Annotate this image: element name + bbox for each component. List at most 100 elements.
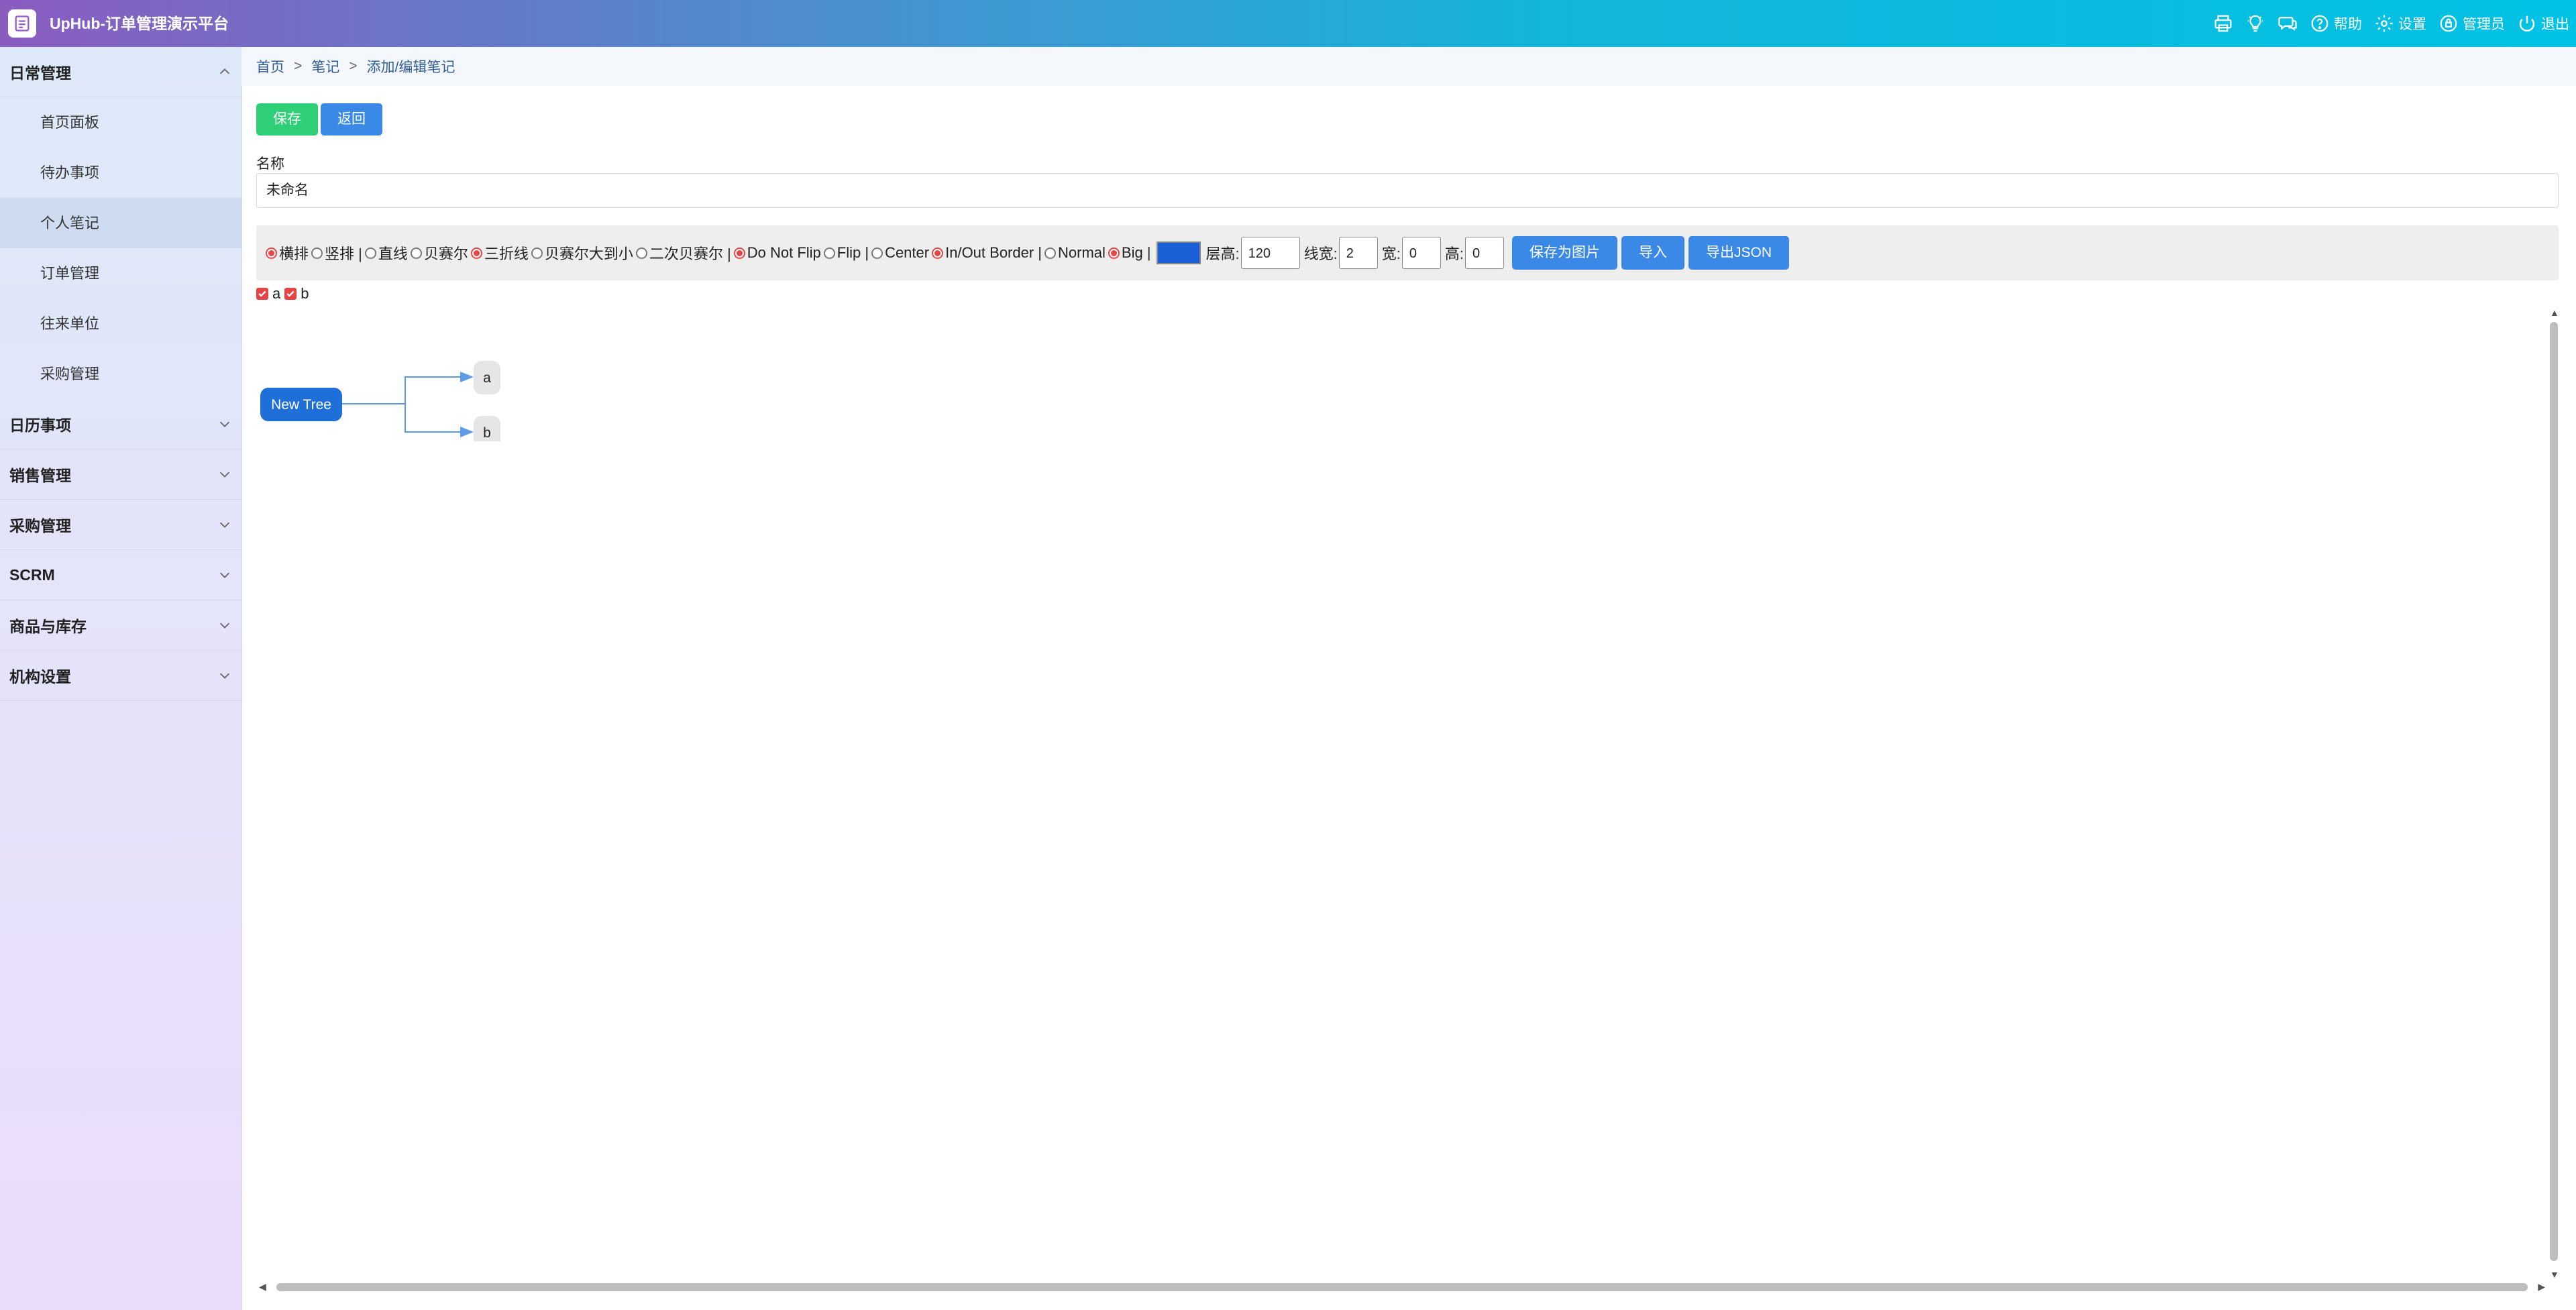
checkbox-a[interactable] xyxy=(256,288,268,300)
level-height-input[interactable]: 120 xyxy=(1240,237,1300,269)
sidebar-item-contacts[interactable]: 往来单位 xyxy=(0,298,241,349)
line-polyline-radio[interactable]: 三折线 xyxy=(470,242,529,264)
radio-indicator xyxy=(1044,247,1057,259)
breadcrumb-notes[interactable]: 笔记 xyxy=(311,56,339,76)
sidebar-item-purchase[interactable]: 采购管理 xyxy=(0,349,241,399)
breadcrumb-separator: > xyxy=(349,58,358,74)
scroll-right-icon[interactable]: ▶ xyxy=(2538,1281,2545,1293)
sidebar-item-notes[interactable]: 个人笔记 xyxy=(0,198,241,248)
logout-button[interactable]: 退出 xyxy=(2517,13,2569,34)
option-label: In/Out Border | xyxy=(945,244,1042,261)
layout-vertical-radio[interactable]: 竖排 | xyxy=(311,242,362,264)
admin-button[interactable]: 管理员 xyxy=(2438,13,2505,34)
width-input[interactable]: 0 xyxy=(1401,237,1441,269)
checkbox-b[interactable] xyxy=(284,288,297,300)
option-label: 二次贝赛尔 | xyxy=(649,245,731,262)
sidebar-group-daily[interactable]: 日常管理 xyxy=(0,47,241,97)
sidebar-group-org[interactable]: 机构设置 xyxy=(0,651,241,701)
vertical-scrollbar[interactable]: ▲ ▼ xyxy=(2546,307,2561,1280)
sidebar-group-label: 日常管理 xyxy=(9,64,71,82)
export-json-button[interactable]: 导出JSON xyxy=(1688,236,1790,270)
color-picker[interactable] xyxy=(1156,241,1201,264)
line-quadratic-radio[interactable]: 二次贝赛尔 | xyxy=(635,242,731,264)
lock-icon xyxy=(2440,15,2457,32)
option-label: 贝赛尔 xyxy=(423,245,468,262)
help-button[interactable]: 帮助 xyxy=(2310,13,2362,34)
line-bezier-radio[interactable]: 贝赛尔 xyxy=(410,242,468,264)
radio-indicator xyxy=(823,247,835,259)
save-image-button[interactable]: 保存为图片 xyxy=(1512,236,1618,270)
sidebar-group-sales[interactable]: 销售管理 xyxy=(0,449,241,500)
line-bezier-taper-radio[interactable]: 贝赛尔大到小 xyxy=(531,242,633,264)
line-straight-radio[interactable]: 直线 xyxy=(364,242,408,264)
message-button[interactable] xyxy=(2277,13,2298,34)
radio-indicator xyxy=(364,247,376,259)
option-label: 横排 xyxy=(279,245,309,262)
scrollbar-thumb[interactable] xyxy=(2550,322,2558,1261)
radio-indicator xyxy=(311,247,323,259)
horizontal-scrollbar[interactable]: ◀ ▶ xyxy=(256,1280,2548,1295)
no-flip-radio[interactable]: Do Not Flip xyxy=(733,244,821,262)
sidebar-group-calendar[interactable]: 日历事项 xyxy=(0,399,241,449)
scroll-left-icon[interactable]: ◀ xyxy=(259,1281,266,1293)
sidebar-group-inventory[interactable]: 商品与库存 xyxy=(0,600,241,651)
height-input[interactable]: 0 xyxy=(1465,237,1505,269)
app-logo-icon xyxy=(8,9,36,38)
print-button[interactable] xyxy=(2213,13,2233,34)
line-width-label: 线宽: xyxy=(1303,245,1338,262)
radio-indicator xyxy=(733,247,745,259)
size-big-radio[interactable]: Big | xyxy=(1108,244,1151,262)
tree-edge xyxy=(342,372,474,404)
size-normal-radio[interactable]: Normal xyxy=(1044,244,1106,262)
option-label: Normal xyxy=(1058,244,1106,261)
check-icon xyxy=(286,290,294,297)
settings-button[interactable]: 设置 xyxy=(2374,13,2426,34)
flip-radio[interactable]: Flip | xyxy=(823,244,869,262)
radio-indicator xyxy=(410,247,422,259)
width-label: 宽: xyxy=(1381,245,1401,262)
save-button[interactable]: 保存 xyxy=(256,103,318,135)
radio-indicator xyxy=(871,247,883,259)
name-input[interactable]: 未命名 xyxy=(256,173,2559,208)
chevron-down-icon xyxy=(219,572,230,578)
tree-root-label: New Tree xyxy=(271,397,331,413)
chevron-up-icon xyxy=(219,68,230,74)
checkbox-label: a xyxy=(272,285,281,302)
option-label: Big | xyxy=(1121,244,1151,261)
layout-horizontal-radio[interactable]: 横排 xyxy=(266,242,309,264)
sidebar-item-orders[interactable]: 订单管理 xyxy=(0,248,241,298)
option-label: Flip | xyxy=(837,244,869,261)
tree-canvas[interactable]: New Tree a b xyxy=(256,307,2561,1293)
breadcrumb-home[interactable]: 首页 xyxy=(256,56,284,76)
logout-label: 退出 xyxy=(2541,17,2569,32)
border-radio[interactable]: In/Out Border | xyxy=(932,244,1042,262)
radio-indicator xyxy=(470,247,482,259)
breadcrumb-separator: > xyxy=(294,58,303,74)
header-actions: 帮助 设置 管理员 退出 xyxy=(2213,0,2569,47)
center-radio[interactable]: Center xyxy=(871,244,929,262)
scroll-down-icon[interactable]: ▼ xyxy=(2550,1269,2559,1280)
sidebar-group-label: 商品与库存 xyxy=(9,618,87,635)
import-button[interactable]: 导入 xyxy=(1621,236,1685,270)
scrollbar-thumb[interactable] xyxy=(276,1283,2528,1291)
option-label: 贝赛尔大到小 xyxy=(544,245,633,262)
radio-indicator xyxy=(531,247,543,259)
chevron-down-icon xyxy=(219,472,230,478)
option-label: 直线 xyxy=(378,245,408,262)
toolbar-options: 横排 竖排 | 直线 贝赛尔 三折线 贝赛尔大到小 二次贝赛尔 | Do Not… xyxy=(266,225,1790,280)
sidebar-group-label: 机构设置 xyxy=(9,668,71,686)
sidebar-item-todo[interactable]: 待办事项 xyxy=(0,148,241,198)
gear-icon xyxy=(2375,15,2393,32)
node-checkboxes: a b xyxy=(256,282,309,306)
tree-child-label: a xyxy=(483,370,491,386)
sidebar-group-scrm[interactable]: SCRM xyxy=(0,550,241,600)
back-button[interactable]: 返回 xyxy=(321,103,382,135)
idea-button[interactable] xyxy=(2245,13,2265,34)
line-width-input[interactable]: 2 xyxy=(1338,237,1378,269)
sidebar-item-dashboard[interactable]: 首页面板 xyxy=(0,97,241,148)
scroll-up-icon[interactable]: ▲ xyxy=(2550,307,2559,318)
help-icon xyxy=(2311,15,2328,32)
chevron-down-icon xyxy=(219,522,230,528)
sidebar-group-purchase[interactable]: 采购管理 xyxy=(0,500,241,550)
sidebar-group-label: 销售管理 xyxy=(9,467,71,484)
